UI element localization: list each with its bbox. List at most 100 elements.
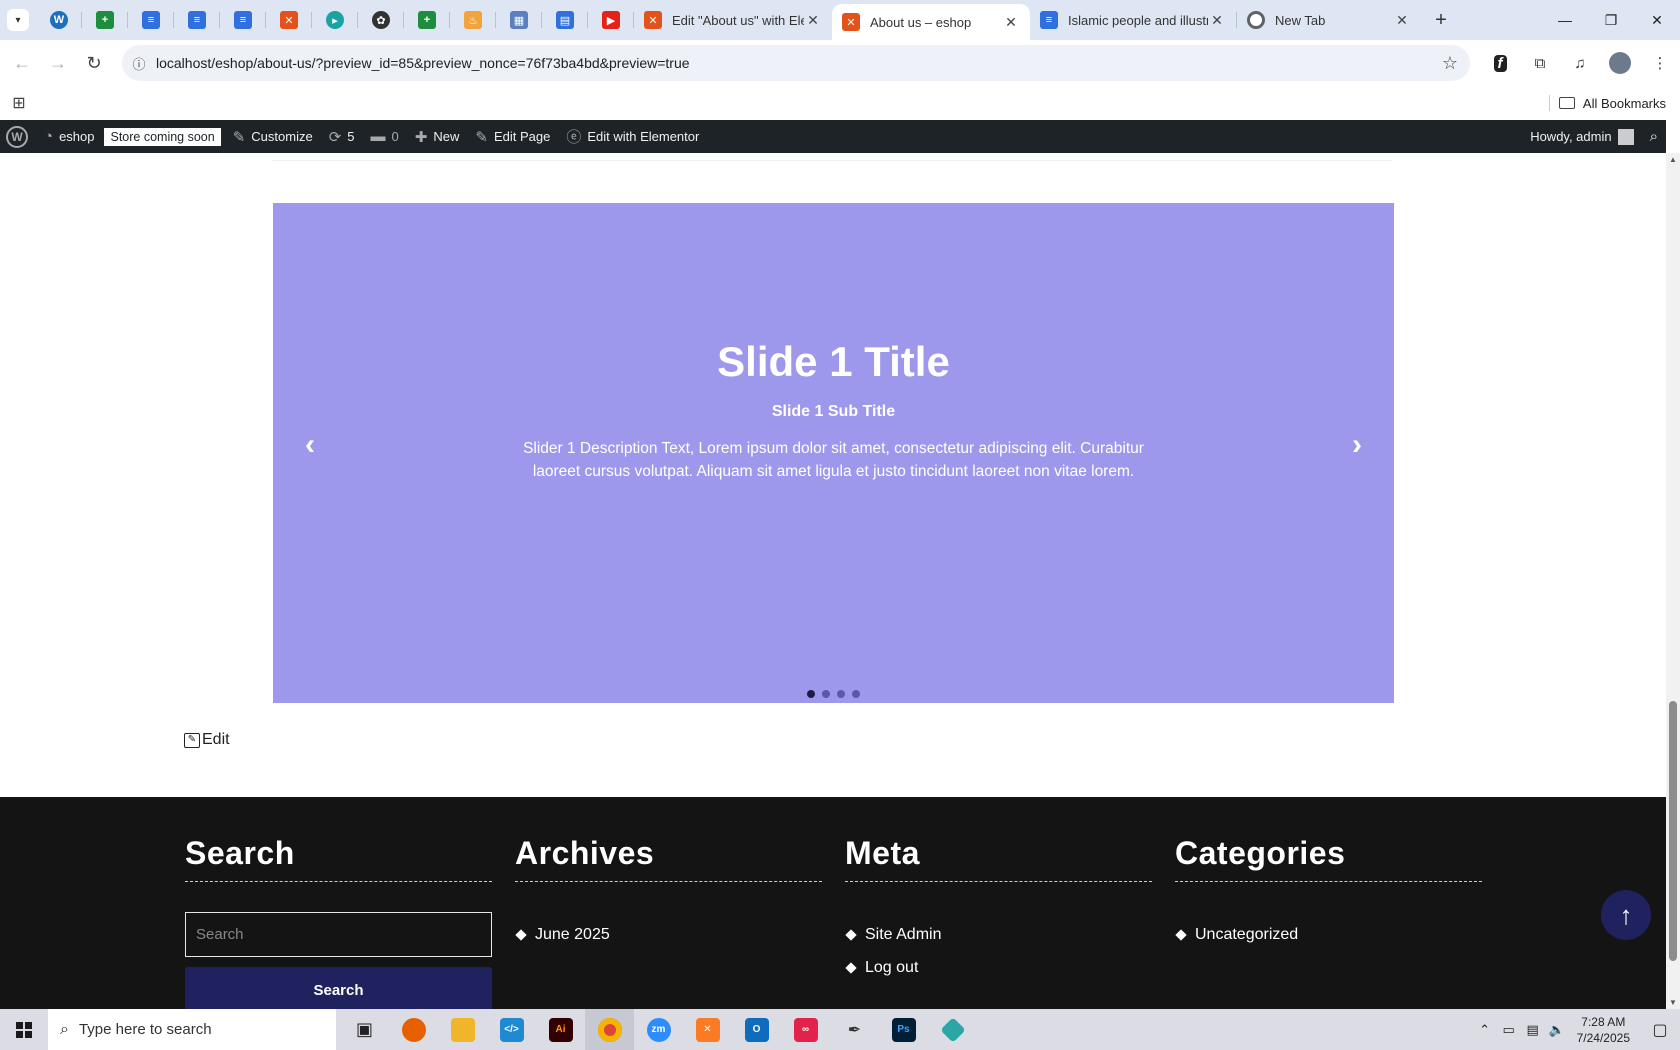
apps-grid-icon[interactable]: ⊞ (0, 93, 38, 113)
my-account-menu[interactable]: Howdy, admin (1522, 120, 1641, 153)
all-bookmarks-button[interactable]: All Bookmarks (1558, 86, 1666, 120)
taskbar-xampp[interactable]: ✕ (683, 1009, 732, 1050)
scroll-up-arrow[interactable]: ▲ (1666, 155, 1680, 164)
fonts-extension-icon[interactable]: f (1480, 43, 1520, 83)
admin-search-button[interactable]: ⌕ (1642, 120, 1666, 153)
clock[interactable]: 7:28 AM 7/24/2025 (1577, 1014, 1630, 1046)
pinned-tabs: W + ≡ ≡ ≡ ✕ ▸ ✿ + ♨ ▦ ▤ ▶ (36, 0, 634, 40)
new-tab-button[interactable]: + (1421, 9, 1461, 32)
taskbar-creative-cloud[interactable]: ∞ (781, 1009, 830, 1050)
pinned-tab[interactable]: ▤ (542, 0, 588, 40)
list-item[interactable]: Uncategorized (1175, 918, 1482, 951)
restore-button[interactable]: ❐ (1588, 0, 1634, 40)
list-item[interactable]: Site Admin (845, 918, 1152, 951)
tab-about-us[interactable]: ✕ About us – eshop ✕ (832, 4, 1030, 40)
edit-with-elementor-link[interactable]: ⓔ Edit with Elementor (558, 120, 707, 153)
close-icon[interactable]: ✕ (1208, 12, 1226, 29)
pinned-tab[interactable]: ≡ (174, 0, 220, 40)
pinned-tab[interactable]: ✕ (266, 0, 312, 40)
scroll-down-arrow[interactable]: ▼ (1666, 998, 1680, 1007)
volume-icon[interactable]: 🔈 (1545, 1022, 1569, 1038)
chevron-up-icon[interactable]: ⌃ (1473, 1022, 1497, 1038)
close-window-button[interactable]: ✕ (1634, 0, 1680, 40)
archive-link[interactable]: June 2025 (535, 926, 610, 944)
media-control-icon[interactable]: ♫ (1560, 43, 1600, 83)
task-view-button[interactable]: ▣ (340, 1009, 389, 1050)
scroll-to-top-button[interactable]: ↑ (1601, 890, 1651, 940)
taskbar-pen-tool[interactable]: ✒ (830, 1009, 879, 1050)
taskbar-outlook[interactable]: O (732, 1009, 781, 1050)
forward-button[interactable]: → (40, 45, 76, 81)
pinned-tab[interactable]: ≡ (220, 0, 266, 40)
close-icon[interactable]: ✕ (1002, 14, 1020, 31)
pinned-tab[interactable]: ♨ (450, 0, 496, 40)
pinned-tab[interactable]: + (82, 0, 128, 40)
close-icon[interactable]: ✕ (804, 12, 822, 29)
profile-avatar[interactable] (1600, 43, 1640, 83)
notification-icon[interactable]: ▢ (1640, 1020, 1680, 1040)
edit-post-link[interactable]: ✎ Edit (184, 731, 230, 749)
pinned-tab[interactable]: ✿ (358, 0, 404, 40)
back-button[interactable]: ← (4, 45, 40, 81)
creative-cloud-icon: ∞ (793, 1017, 818, 1042)
tab-new-tab[interactable]: New Tab ✕ (1237, 0, 1421, 40)
pinned-tab[interactable]: ▶ (588, 0, 634, 40)
site-name-menu[interactable]: ◔ eshop (36, 120, 102, 153)
docs-icon: ≡ (142, 11, 160, 29)
customize-link[interactable]: ✎ Customize (225, 120, 321, 153)
list-item[interactable]: June 2025 (515, 918, 822, 951)
url-text[interactable]: localhost/eshop/about-us/?preview_id=85&… (156, 55, 1430, 71)
slider-dot-4[interactable] (852, 690, 860, 698)
site-info-icon[interactable]: ⓘ (122, 54, 156, 73)
slider-dot-1[interactable] (807, 690, 815, 698)
slider-next-button[interactable]: › (1352, 428, 1362, 462)
list-item[interactable]: Log out (845, 951, 1152, 984)
slider-dot-3[interactable] (837, 690, 845, 698)
pinned-tab[interactable]: ▦ (496, 0, 542, 40)
updates-link[interactable]: ⟳ 5 (321, 120, 363, 153)
log-out-link[interactable]: Log out (865, 959, 918, 977)
edit-page-link[interactable]: ✎ Edit Page (467, 120, 558, 153)
new-content-menu[interactable]: ✚ New (407, 120, 468, 153)
slider-prev-button[interactable]: ‹ (305, 428, 315, 462)
network-icon[interactable]: ▤ (1521, 1022, 1545, 1038)
more-menu-icon[interactable]: ⋮ (1640, 43, 1680, 83)
tab-edit-about-us[interactable]: ✕ Edit "About us" with Elem ✕ (634, 0, 832, 40)
photoshop-icon: Ps (891, 1017, 916, 1042)
footer-search-input[interactable]: Search (185, 912, 492, 957)
footer-search-button[interactable]: Search (185, 967, 492, 1009)
tab-title: Edit "About us" with Elem (672, 12, 804, 28)
page-scrollbar[interactable]: ▲ ▼ (1666, 153, 1680, 1009)
pinned-tab[interactable]: + (404, 0, 450, 40)
site-admin-link[interactable]: Site Admin (865, 926, 941, 944)
pinned-tab[interactable]: ▸ (312, 0, 358, 40)
close-icon[interactable]: ✕ (1393, 12, 1411, 29)
taskbar-photoshop[interactable]: Ps (879, 1009, 928, 1050)
tab-search-button[interactable]: ▾ (0, 0, 36, 40)
start-button[interactable] (0, 1009, 48, 1050)
taskbar-search[interactable]: ⌕ Type here to search (48, 1009, 336, 1050)
pinned-tab[interactable]: W (36, 0, 82, 40)
scrollbar-thumb[interactable] (1669, 701, 1677, 961)
taskbar-zoom[interactable]: zm (634, 1009, 683, 1050)
taskbar-vscode[interactable]: </> (487, 1009, 536, 1050)
comments-link[interactable]: ▬ 0 (363, 120, 407, 153)
address-bar[interactable]: ⓘ localhost/eshop/about-us/?preview_id=8… (122, 45, 1470, 81)
security-icon[interactable]: ▭ (1497, 1022, 1521, 1038)
taskbar-firefox[interactable] (389, 1009, 438, 1050)
taskbar-chrome[interactable] (585, 1009, 634, 1050)
chevron-right-icon: › (1352, 428, 1362, 461)
minimize-button[interactable]: — (1542, 0, 1588, 40)
category-link[interactable]: Uncategorized (1195, 926, 1298, 944)
wp-logo-menu[interactable]: W (0, 120, 36, 153)
taskbar-illustrator[interactable]: Ai (536, 1009, 585, 1050)
slider-dot-2[interactable] (822, 690, 830, 698)
taskbar-file-explorer[interactable] (438, 1009, 487, 1050)
pinned-tab[interactable]: ≡ (128, 0, 174, 40)
extensions-icon[interactable]: ⧉ (1520, 43, 1560, 83)
taskbar-app[interactable] (928, 1009, 977, 1050)
bookmark-star-icon[interactable]: ☆ (1430, 53, 1470, 74)
reload-button[interactable]: ↻ (76, 45, 112, 81)
tab-islamic-people[interactable]: ≡ Islamic people and illustra ✕ (1030, 0, 1236, 40)
store-coming-soon-badge[interactable]: Store coming soon (104, 127, 221, 146)
